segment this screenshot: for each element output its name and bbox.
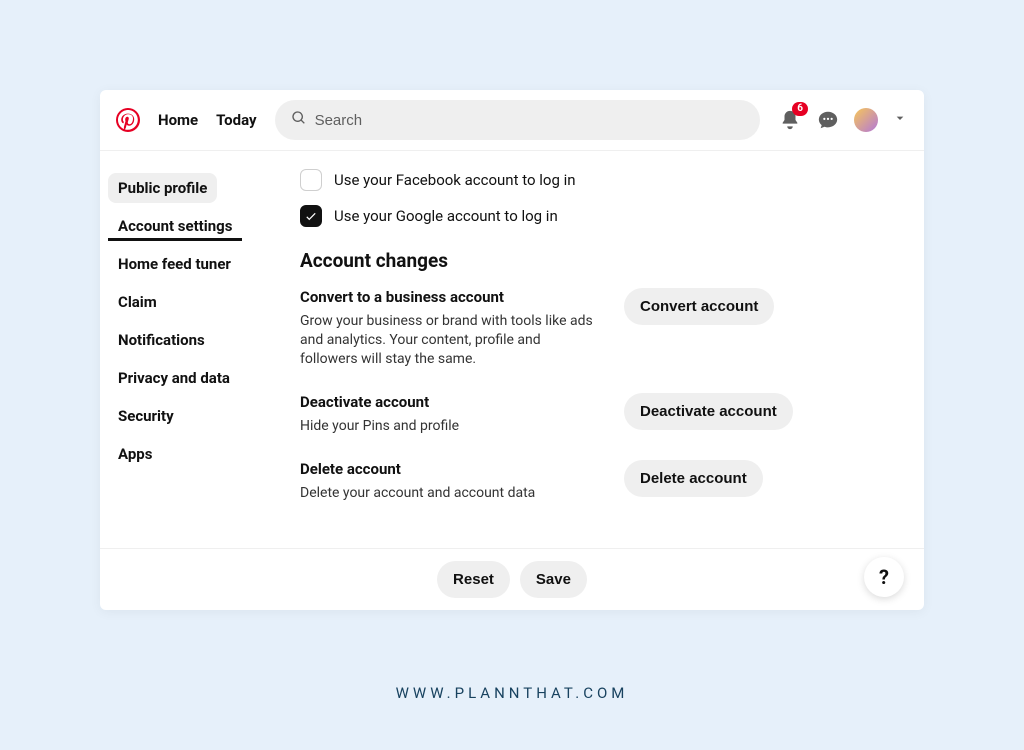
nav-home[interactable]: Home	[158, 111, 198, 129]
google-login-checkbox[interactable]	[300, 205, 322, 227]
notifications-badge: 6	[792, 102, 808, 116]
section-title-account-changes: Account changes	[300, 249, 896, 272]
deactivate-desc: Hide your Pins and profile	[300, 417, 600, 436]
nav-today[interactable]: Today	[216, 111, 256, 129]
watermark: WWW.PLANNTHAT.COM	[0, 684, 1024, 702]
action-row-convert: Convert to a business account Grow your …	[300, 288, 896, 369]
notifications-icon[interactable]: 6	[778, 108, 802, 132]
help-button[interactable]: ?	[864, 557, 904, 597]
action-row-delete: Delete account Delete your account and a…	[300, 460, 896, 503]
search-bar[interactable]	[275, 100, 760, 140]
convert-desc: Grow your business or brand with tools l…	[300, 312, 600, 369]
content: Use your Facebook account to log in Use …	[280, 151, 924, 548]
pinterest-logo-icon[interactable]	[116, 108, 140, 132]
sidebar-item-apps[interactable]: Apps	[108, 439, 162, 469]
settings-panel: Home Today 6 Public profile Account se	[100, 90, 924, 610]
deactivate-title: Deactivate account	[300, 393, 600, 411]
google-login-label: Use your Google account to log in	[334, 207, 558, 225]
deactivate-account-button[interactable]: Deactivate account	[624, 393, 793, 430]
convert-account-button[interactable]: Convert account	[624, 288, 774, 325]
account-menu-chevron-icon[interactable]	[892, 110, 908, 130]
topbar: Home Today 6	[100, 90, 924, 151]
sidebar-item-home-feed-tuner[interactable]: Home feed tuner	[108, 249, 241, 279]
save-button[interactable]: Save	[520, 561, 587, 598]
avatar[interactable]	[854, 108, 878, 132]
checkbox-row-facebook: Use your Facebook account to log in	[300, 169, 896, 191]
sidebar-item-public-profile[interactable]: Public profile	[108, 173, 217, 203]
sidebar-item-privacy-and-data[interactable]: Privacy and data	[108, 363, 240, 393]
delete-title: Delete account	[300, 460, 600, 478]
topbar-icons: 6	[778, 108, 908, 132]
sidebar-item-claim[interactable]: Claim	[108, 287, 167, 317]
convert-title: Convert to a business account	[300, 288, 600, 306]
sidebar-item-account-settings[interactable]: Account settings	[108, 211, 242, 241]
footer: Reset Save ?	[100, 548, 924, 610]
sidebar-item-notifications[interactable]: Notifications	[108, 325, 215, 355]
sidebar: Public profile Account settings Home fee…	[100, 151, 280, 548]
facebook-login-checkbox[interactable]	[300, 169, 322, 191]
action-row-deactivate: Deactivate account Hide your Pins and pr…	[300, 393, 896, 436]
delete-desc: Delete your account and account data	[300, 484, 600, 503]
facebook-login-label: Use your Facebook account to log in	[334, 171, 576, 189]
checkbox-row-google: Use your Google account to log in	[300, 205, 896, 227]
delete-account-button[interactable]: Delete account	[624, 460, 763, 497]
messages-icon[interactable]	[816, 108, 840, 132]
sidebar-item-security[interactable]: Security	[108, 401, 184, 431]
body: Public profile Account settings Home fee…	[100, 151, 924, 548]
search-icon	[291, 110, 307, 130]
search-input[interactable]	[315, 112, 744, 129]
reset-button[interactable]: Reset	[437, 561, 510, 598]
